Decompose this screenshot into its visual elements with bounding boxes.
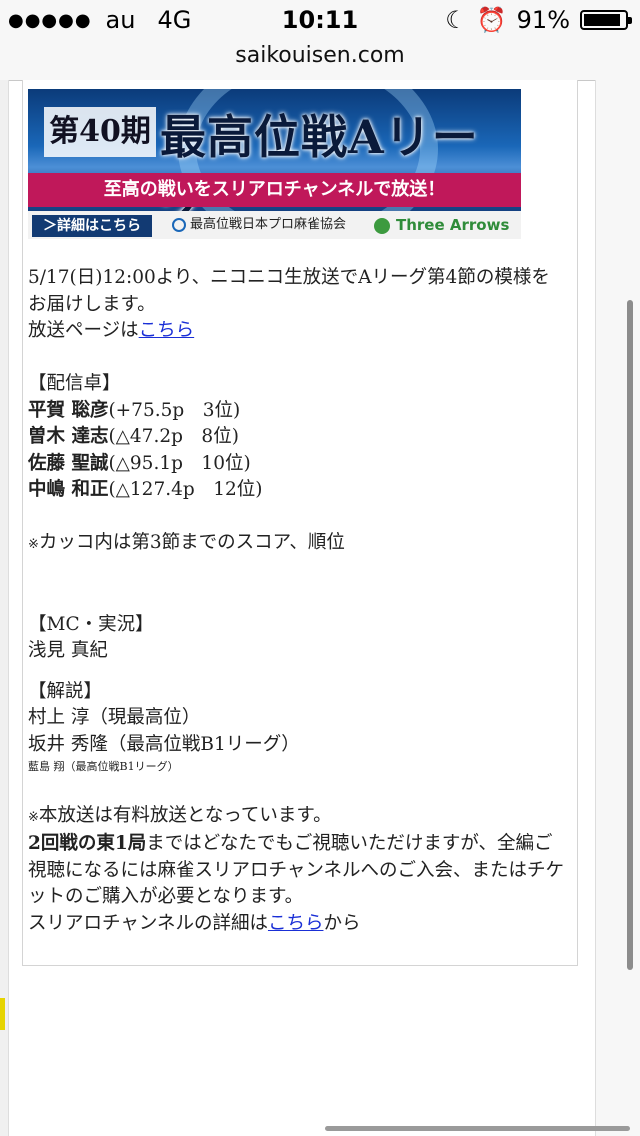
channel-line: スリアロチャンネルの詳細はこちらから	[28, 911, 568, 938]
page-right-edge	[595, 80, 640, 1136]
player-list: 平賀 聡彦(+75.5p 3位) 曽木 達志(△47.2p 8位) 佐藤 聖誠(△9…	[28, 398, 568, 504]
player-row: 中嶋 和正(△127.4p 12位)	[28, 477, 568, 504]
horizontal-scrollbar[interactable]	[325, 1126, 630, 1131]
paid-notice: ※本放送は有料放送となっています。	[28, 803, 568, 832]
channel-link[interactable]: こちら	[268, 913, 324, 934]
commentator-1: 村上 淳（現最高位）	[28, 707, 201, 728]
player-name: 中嶋 和正	[28, 479, 109, 500]
paid-line: 本放送は有料放送となっています。	[38, 804, 332, 826]
players-heading: 【配信卓】	[28, 373, 121, 394]
note-mark: ※	[28, 537, 39, 552]
broadcast-link[interactable]: こちら	[139, 320, 195, 341]
status-bar: ●●●●● au 4G 10:11 ☾ ⏰ 91%	[0, 0, 640, 40]
three-arrows-icon	[374, 217, 390, 234]
mc-heading: 【MC・実況】	[28, 613, 154, 635]
player-name: 曽木 達志	[28, 426, 109, 447]
player-row: 曽木 達志(△47.2p 8位)	[28, 424, 568, 451]
article-body: 5/17(日)12:00より、ニコニコ生放送でAリーグ第4節の模様をお届けします…	[28, 265, 568, 937]
broadcast-prefix: 放送ページは	[28, 320, 139, 341]
url-text: saikouisen.com	[235, 43, 405, 68]
banner-footer: ＞詳細はこちら 最高位戦日本プロ麻雀協会 Three Arrows	[28, 211, 521, 239]
sponsor-logo: Three Arrows	[374, 214, 509, 236]
side-marker	[0, 998, 5, 1030]
player-name: 佐藤 聖誠	[28, 452, 109, 474]
alarm-icon: ⏰	[476, 6, 507, 34]
free-until: 2回戦の東1局	[28, 833, 147, 854]
commentator-3: 藍島 翔（最高位戦B1リーグ）	[28, 760, 179, 773]
league-banner[interactable]: 第40期 最高位戦Aリーグ 至高の戦いをスリアロチャンネルで放送！ ＞詳細はこち…	[28, 89, 521, 239]
player-row: 佐藤 聖誠(△95.1p 10位)	[28, 451, 568, 478]
paid-mark: ※	[28, 809, 39, 825]
broadcast-line: 放送ページはこちら	[28, 318, 568, 345]
player-row: 平賀 聡彦(+75.5p 3位)	[28, 398, 568, 425]
channel-suffix: から	[323, 912, 361, 934]
banner-tagline: 至高の戦いをスリアロチャンネルで放送！	[28, 173, 521, 207]
note-text: カッコ内は第3節までのスコア、順位	[38, 532, 345, 553]
sponsor-name: Three Arrows	[396, 216, 510, 234]
banner-season: 第40期	[44, 107, 156, 157]
address-bar[interactable]: saikouisen.com	[0, 40, 640, 81]
score-note: ※カッコ内は第3節までのスコア、順位	[28, 530, 568, 559]
association-name: 最高位戦日本プロ麻雀協会	[190, 217, 347, 232]
association-icon	[172, 217, 186, 232]
battery-percent: 91%	[516, 6, 570, 34]
player-name: 平賀 聡彦	[28, 399, 109, 421]
player-score: (△47.2p 8位)	[108, 426, 239, 447]
page-left-edge	[0, 80, 9, 1136]
player-score: (△127.4p 12位)	[108, 479, 263, 500]
vertical-scrollbar[interactable]	[627, 300, 633, 970]
mc-name: 浅見 真紀	[28, 640, 108, 661]
paid-details: 2回戦の東1局まではどなたでもご視聴いただけますが、全編ご視聴になるには麻雀スリ…	[28, 831, 568, 911]
association-logo: 最高位戦日本プロ麻雀協会	[172, 215, 346, 235]
player-score: (+75.5p 3位)	[108, 399, 241, 421]
commentary-heading: 【解説】	[28, 680, 103, 702]
channel-prefix: スリアロチャンネルの詳細は	[28, 912, 268, 934]
moon-icon: ☾	[445, 6, 467, 34]
details-button[interactable]: ＞詳細はこちら	[32, 215, 152, 237]
intro-text: 5/17(日)12:00より、ニコニコ生放送でAリーグ第4節の模様をお届けします…	[28, 267, 550, 315]
commentator-2: 坂井 秀隆（最高位戦B1リーグ）	[28, 733, 300, 755]
battery-icon	[580, 10, 632, 30]
player-score: (△95.1p 10位)	[108, 452, 251, 474]
